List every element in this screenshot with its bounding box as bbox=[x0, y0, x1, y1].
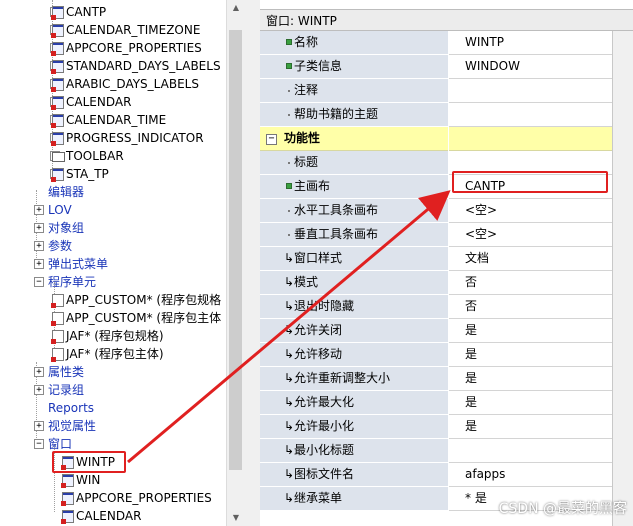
watermark: CSDN @最菜的黑客 bbox=[498, 501, 627, 517]
annotation-arrow bbox=[127, 190, 451, 464]
